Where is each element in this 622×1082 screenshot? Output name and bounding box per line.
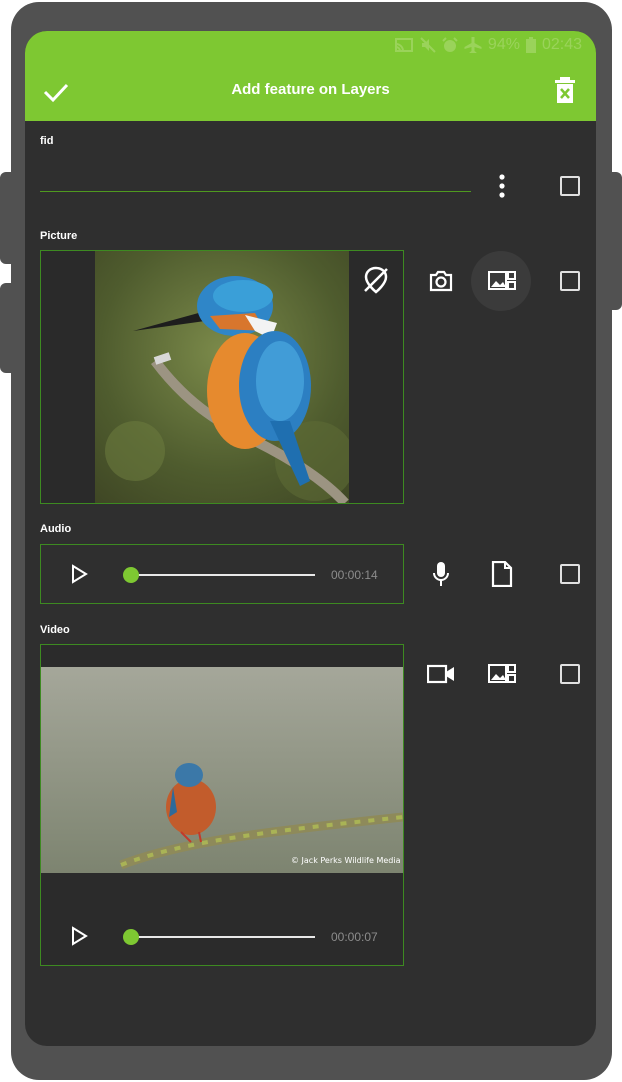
app-screen: 94% 02:43 Add feature on Layers fid Pict…	[25, 31, 596, 1046]
picture-label: Picture	[40, 230, 78, 242]
video-player: © Jack Perks Wildlife Media 00:00:07	[40, 644, 404, 966]
delete-form-icon	[555, 77, 575, 103]
clock: 02:43	[541, 36, 582, 53]
battery-icon	[525, 37, 536, 53]
battery-percent: 94%	[487, 36, 520, 53]
more-vert-icon	[499, 174, 505, 198]
audio-seek-track[interactable]	[131, 574, 315, 576]
videocam-icon	[427, 664, 454, 684]
gallery-icon	[488, 271, 516, 290]
gallery-icon	[488, 664, 516, 683]
fid-label: fid	[40, 135, 54, 147]
pick-image-button[interactable]	[486, 265, 518, 297]
fid-input[interactable]	[40, 191, 471, 192]
airplane-mode-icon	[464, 37, 482, 53]
audio-time: 00:00:14	[331, 568, 378, 582]
device-volume-down	[0, 283, 12, 373]
pick-video-button[interactable]	[486, 658, 518, 690]
audio-play-icon[interactable]	[69, 564, 89, 584]
kingfisher-photo	[95, 251, 349, 503]
file-icon	[491, 561, 513, 587]
video-watermark: © Jack Perks Wildlife Media	[291, 856, 401, 865]
microphone-icon	[433, 562, 449, 586]
delete-button[interactable]	[553, 77, 577, 103]
record-audio-button[interactable]	[425, 558, 457, 590]
fid-checkbox[interactable]	[560, 176, 580, 196]
status-bar: 94% 02:43	[394, 36, 582, 54]
video-play-icon[interactable]	[69, 926, 89, 946]
video-frame-kingfisher: © Jack Perks Wildlife Media	[41, 667, 403, 873]
camera-icon	[429, 270, 453, 292]
alarm-icon	[442, 37, 458, 52]
video-seek-track[interactable]	[131, 936, 315, 938]
audio-checkbox[interactable]	[560, 564, 580, 584]
device-power-button	[610, 172, 622, 310]
app-bar: 94% 02:43 Add feature on Layers	[25, 31, 596, 121]
record-video-button[interactable]	[425, 658, 457, 690]
mute-icon	[420, 37, 436, 53]
take-photo-button[interactable]	[425, 265, 457, 297]
video-time: 00:00:07	[331, 930, 378, 944]
video-seek-knob[interactable]	[123, 929, 139, 945]
picture-checkbox[interactable]	[560, 271, 580, 291]
fid-menu-button[interactable]	[486, 170, 518, 202]
pick-audio-file-button[interactable]	[486, 558, 518, 590]
geotag-off-icon[interactable]	[361, 265, 391, 295]
page-title: Add feature on Layers	[231, 81, 390, 98]
audio-player: 00:00:14	[40, 544, 404, 604]
video-checkbox[interactable]	[560, 664, 580, 684]
audio-label: Audio	[40, 523, 72, 535]
picture-frame[interactable]	[40, 250, 404, 504]
device-volume-up	[0, 172, 12, 264]
cast-icon	[394, 38, 413, 52]
video-label: Video	[40, 624, 70, 636]
audio-seek-knob[interactable]	[123, 567, 139, 583]
